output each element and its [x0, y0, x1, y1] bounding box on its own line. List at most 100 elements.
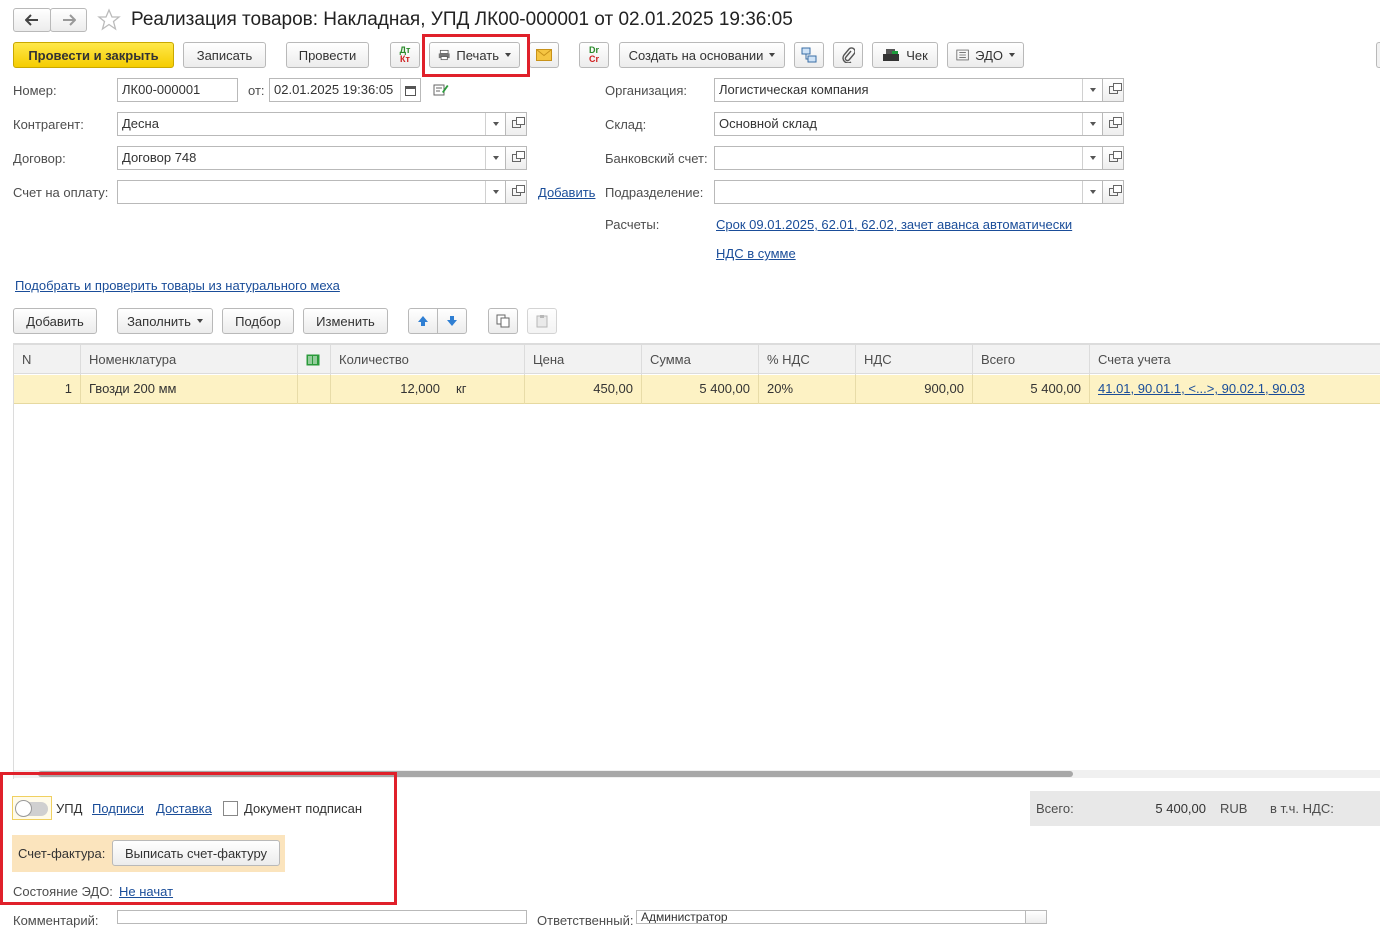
row-sum[interactable]: 5 400,00	[642, 375, 759, 404]
invoice-field[interactable]	[117, 180, 506, 204]
calendar-button[interactable]	[400, 79, 420, 101]
back-button[interactable]	[13, 8, 51, 32]
organization-field[interactable]: Логистическая компания	[714, 78, 1103, 102]
copy-row-button[interactable]	[488, 308, 518, 334]
col-price[interactable]: Цена	[525, 345, 642, 375]
row-item[interactable]: Гвозди 200 мм	[81, 375, 298, 404]
number-field[interactable]: ЛК00-000001	[117, 78, 238, 102]
col-n[interactable]: N	[14, 345, 81, 375]
signatures-link[interactable]: Подписи	[92, 801, 144, 816]
issue-invoice-button[interactable]: Выписать счет-фактуру	[112, 840, 280, 866]
add-invoice-link[interactable]: Добавить	[538, 185, 595, 200]
post-button[interactable]: Провести	[286, 42, 369, 68]
counterparty-dropdown[interactable]	[485, 113, 505, 135]
row-qty[interactable]: 12,000	[331, 375, 448, 404]
paperclip-icon	[842, 47, 855, 63]
invoice-open-button[interactable]	[505, 180, 527, 204]
bank-account-dropdown[interactable]	[1082, 147, 1102, 169]
move-up-button[interactable]	[408, 308, 438, 334]
edo-state-link[interactable]: Не начат	[119, 884, 173, 899]
col-sum[interactable]: Сумма	[642, 345, 759, 375]
row-unit[interactable]: кг	[448, 375, 525, 404]
upd-label: УПД	[56, 801, 83, 816]
forward-button[interactable]	[50, 8, 87, 32]
print-button[interactable]: Печать	[429, 42, 520, 68]
upd-toggle[interactable]	[12, 796, 52, 820]
division-field[interactable]	[714, 180, 1103, 204]
paste-row-button[interactable]	[527, 308, 557, 334]
toolbar-more-edge[interactable]	[1376, 42, 1380, 68]
bank-account-field[interactable]	[714, 146, 1103, 170]
table-row[interactable]: 1 Гвозди 200 мм 12,000 кг 450,00 5 400,0…	[14, 375, 1380, 404]
warehouse-open-button[interactable]	[1102, 112, 1124, 136]
col-item[interactable]: Номенклатура	[81, 345, 298, 375]
warehouse-value: Основной склад	[719, 116, 817, 131]
col-qty[interactable]: Количество	[331, 345, 525, 375]
counterparty-open-button[interactable]	[505, 112, 527, 136]
row-vat-rate[interactable]: 20%	[759, 375, 856, 404]
save-button[interactable]: Записать	[183, 42, 266, 68]
responsible-field[interactable]: Администратор	[636, 910, 1026, 924]
settlements-label: Расчеты:	[605, 217, 660, 232]
dt-kt-button[interactable]: Дт Кт	[390, 42, 420, 68]
col-accounts[interactable]: Счета учета	[1090, 345, 1380, 375]
settlements-link[interactable]: Срок 09.01.2025, 62.01, 62.02, зачет ава…	[716, 217, 1072, 232]
contract-value: Договор 748	[122, 150, 197, 165]
contract-dropdown[interactable]	[485, 147, 505, 169]
col-marking[interactable]	[298, 345, 331, 375]
invoice-dropdown[interactable]	[485, 181, 505, 203]
contract-open-button[interactable]	[505, 146, 527, 170]
create-based-on-button[interactable]: Создать на основании	[619, 42, 785, 68]
contract-field[interactable]: Договор 748	[117, 146, 506, 170]
post-and-close-button[interactable]: Провести и закрыть	[13, 42, 174, 68]
fill-button-label: Заполнить	[127, 313, 191, 329]
division-open-button[interactable]	[1102, 180, 1124, 204]
dr-cr-button[interactable]: Dr Cr	[579, 42, 609, 68]
receipt-button[interactable]: Чек	[872, 42, 938, 68]
invoice-panel-label: Счет-фактура:	[18, 846, 106, 861]
pick-button[interactable]: Подбор	[222, 308, 294, 334]
division-dropdown[interactable]	[1082, 181, 1102, 203]
fur-goods-link[interactable]: Подобрать и проверить товары из натураль…	[15, 278, 340, 293]
bank-account-open-button[interactable]	[1102, 146, 1124, 170]
row-vat[interactable]: 900,00	[856, 375, 973, 404]
edo-icon	[956, 49, 969, 61]
edo-button-label: ЭДО	[975, 47, 1003, 63]
edo-button[interactable]: ЭДО	[947, 42, 1024, 68]
arrow-left-icon	[25, 14, 38, 26]
attach-button[interactable]	[833, 42, 863, 68]
warehouse-field[interactable]: Основной склад	[714, 112, 1103, 136]
organization-open-button[interactable]	[1102, 78, 1124, 102]
add-row-button[interactable]: Добавить	[13, 308, 97, 334]
row-price[interactable]: 450,00	[525, 375, 642, 404]
arrow-right-icon	[62, 14, 76, 26]
currency-label: RUB	[1220, 801, 1248, 816]
structure-button[interactable]	[794, 42, 824, 68]
star-icon[interactable]	[97, 8, 121, 32]
responsible-open-button[interactable]	[1025, 910, 1047, 924]
row-accounts-link[interactable]: 41.01, 90.01.1, <...>, 90.02.1, 90.03	[1098, 381, 1305, 396]
horizontal-scrollbar[interactable]	[14, 770, 1380, 778]
edit-number-icon[interactable]	[433, 82, 449, 98]
row-accounts[interactable]: 41.01, 90.01.1, <...>, 90.02.1, 90.03	[1090, 375, 1380, 404]
warehouse-dropdown[interactable]	[1082, 113, 1102, 135]
email-button[interactable]	[529, 42, 559, 68]
counterparty-field[interactable]: Десна	[117, 112, 506, 136]
organization-dropdown[interactable]	[1082, 79, 1102, 101]
row-total[interactable]: 5 400,00	[973, 375, 1090, 404]
date-field[interactable]: 02.01.2025 19:36:05	[269, 78, 421, 102]
move-down-button[interactable]	[437, 308, 467, 334]
scrollbar-thumb[interactable]	[38, 771, 1073, 777]
col-total[interactable]: Всего	[973, 345, 1090, 375]
col-vat-rate[interactable]: % НДС	[759, 345, 856, 375]
vat-link[interactable]: НДС в сумме	[716, 246, 796, 261]
change-button[interactable]: Изменить	[303, 308, 388, 334]
fill-button[interactable]: Заполнить	[117, 308, 213, 334]
contract-label: Договор:	[13, 151, 66, 166]
col-vat[interactable]: НДС	[856, 345, 973, 375]
open-icon	[1108, 185, 1122, 196]
comment-field[interactable]	[117, 910, 527, 924]
delivery-link[interactable]: Доставка	[156, 801, 212, 816]
signed-checkbox[interactable]	[223, 801, 238, 816]
paste-icon	[536, 315, 548, 328]
